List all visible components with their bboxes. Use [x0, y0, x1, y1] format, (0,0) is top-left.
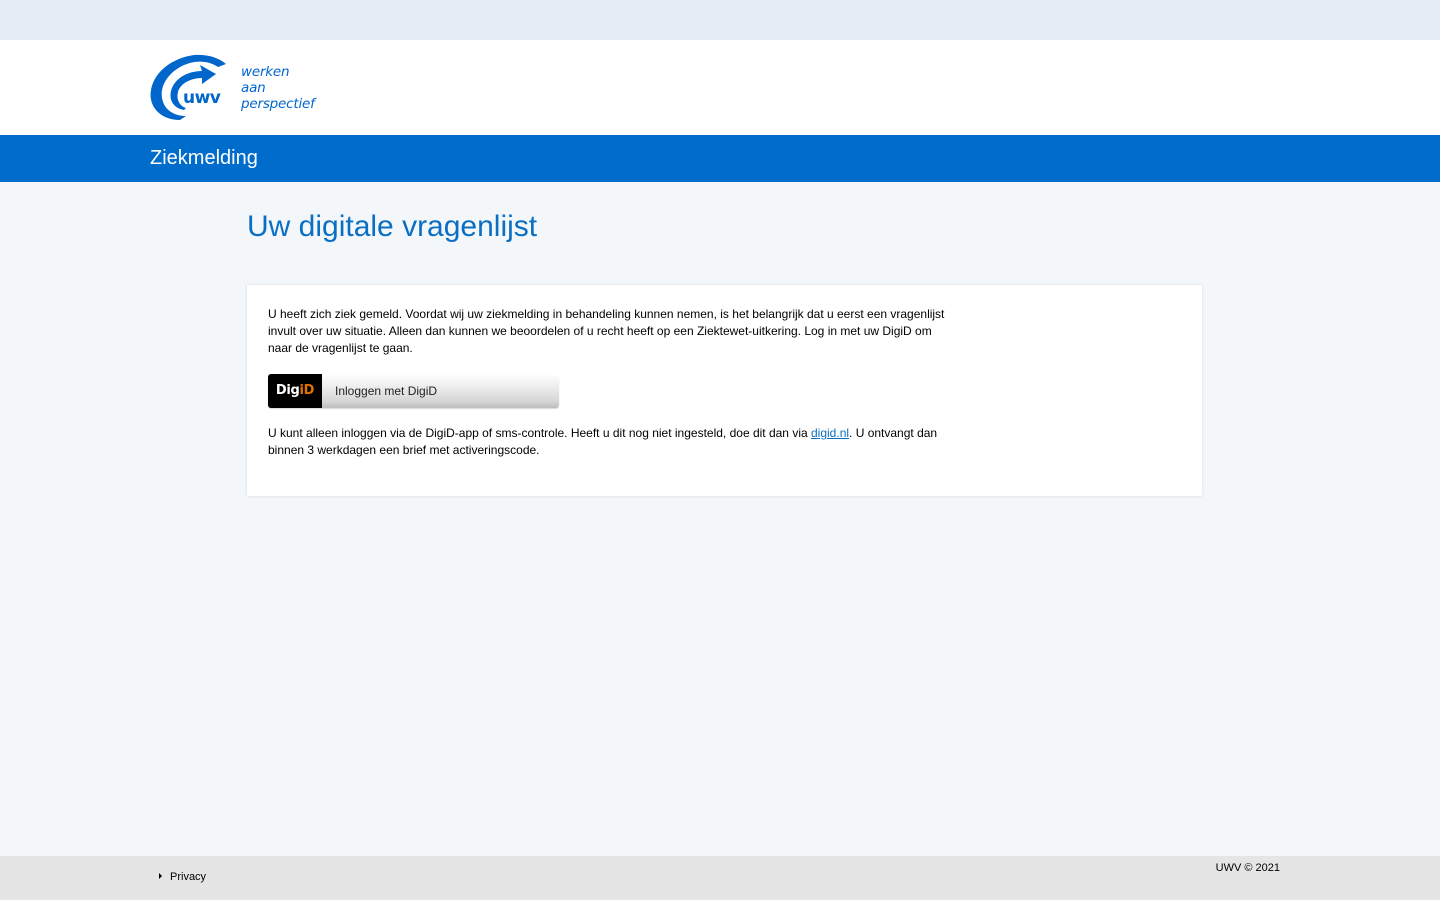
caret-right-icon — [159, 873, 162, 879]
digid-logo-d: D — [303, 383, 315, 398]
site-footer: Privacy UWV © 2021 — [0, 856, 1440, 900]
tagline-line-3: perspectief — [241, 96, 315, 112]
tagline-line-1: werken — [241, 64, 290, 80]
digid-link[interactable]: digid.nl — [811, 426, 849, 440]
digid-logo-icon: DigiD — [268, 374, 322, 408]
site-header: uwv werken aan perspectief — [0, 40, 1440, 135]
privacy-link[interactable]: Privacy — [159, 871, 206, 883]
login-note: U kunt alleen inloggen via de DigiD-app … — [268, 425, 958, 459]
page-title: Uw digitale vragenlijst — [247, 210, 538, 243]
top-strip — [0, 0, 1440, 40]
digid-login-button[interactable]: DigiD Inloggen met DigiD — [268, 374, 559, 408]
intro-text: U heeft zich ziek gemeld. Voordat wij uw… — [268, 307, 945, 355]
privacy-label: Privacy — [170, 871, 207, 883]
logo-tagline: werken aan perspectief — [241, 64, 331, 112]
digid-button-label: Inloggen met DigiD — [335, 384, 438, 398]
tagline-line-2: aan — [241, 80, 266, 96]
content-card: U heeft zich ziek gemeld. Voordat wij uw… — [247, 285, 1202, 496]
section-bar: Ziekmelding — [0, 135, 1440, 182]
section-title: Ziekmelding — [150, 147, 258, 169]
copyright-text: UWV © 2021 — [1215, 862, 1280, 874]
uwv-wordmark: uwv — [183, 88, 221, 108]
uwv-logo[interactable]: uwv werken aan perspectief — [150, 54, 320, 122]
login-note-text-1: U kunt alleen inloggen via de DigiD-app … — [268, 426, 811, 440]
digid-logo-dig: Dig — [275, 383, 300, 398]
